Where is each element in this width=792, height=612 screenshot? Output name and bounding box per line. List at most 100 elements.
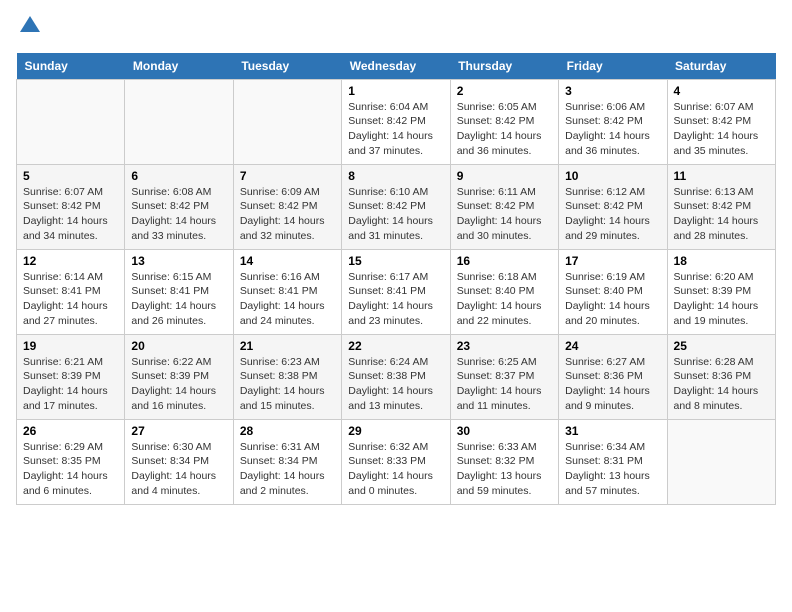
calendar-cell: 8Sunrise: 6:10 AMSunset: 8:42 PMDaylight… (342, 164, 450, 249)
day-of-week-header: Sunday (17, 53, 125, 80)
calendar-cell (233, 79, 341, 164)
day-number: 25 (674, 339, 769, 353)
calendar-cell: 17 Sunrise: 6:19 AMSunset: 8:40 PMDayligh… (559, 249, 667, 334)
day-number: 24 (565, 339, 660, 353)
calendar-cell: 11 Sunrise: 6:13 AMSunset: 8:42 PMDayligh… (667, 164, 775, 249)
day-info: Sunrise: 6:21 AMSunset: 8:39 PMDaylight:… (23, 355, 118, 414)
day-number: 28 (240, 424, 335, 438)
calendar-cell: 26Sunrise: 6:29 AMSunset: 8:35 PMDayligh… (17, 419, 125, 504)
calendar-cell: 4 Sunrise: 6:07 AMSunset: 8:42 PMDaylight… (667, 79, 775, 164)
calendar-cell: 13 Sunrise: 6:15 AMSunset: 8:41 PMDayligh… (125, 249, 233, 334)
calendar-cell: 23 Sunrise: 6:25 AMSunset: 8:37 PMDayligh… (450, 334, 558, 419)
day-number: 2 (457, 84, 552, 98)
day-number: 27 (131, 424, 226, 438)
calendar-cell: 6Sunrise: 6:08 AMSunset: 8:42 PMDaylight… (125, 164, 233, 249)
day-number: 30 (457, 424, 552, 438)
calendar-week-row: 1Sunrise: 6:04 AMSunset: 8:42 PMDaylight… (17, 79, 776, 164)
calendar-cell: 1Sunrise: 6:04 AMSunset: 8:42 PMDaylight… (342, 79, 450, 164)
day-number: 9 (457, 169, 552, 183)
day-number: 11 (674, 169, 769, 183)
calendar-cell (17, 79, 125, 164)
calendar-cell: 2Sunrise: 6:05 AMSunset: 8:42 PMDaylight… (450, 79, 558, 164)
day-number: 17 (565, 254, 660, 268)
day-number: 10 (565, 169, 660, 183)
calendar-cell: 21Sunrise: 6:23 AMSunset: 8:38 PMDayligh… (233, 334, 341, 419)
day-info: Sunrise: 6:06 AMSunset: 8:42 PMDaylight:… (565, 100, 660, 159)
day-info: Sunrise: 6:22 AMSunset: 8:39 PMDaylight:… (131, 355, 226, 414)
day-number: 20 (131, 339, 226, 353)
calendar-cell: 16Sunrise: 6:18 AMSunset: 8:40 PMDayligh… (450, 249, 558, 334)
calendar-cell: 19Sunrise: 6:21 AMSunset: 8:39 PMDayligh… (17, 334, 125, 419)
day-info: Sunrise: 6:31 AMSunset: 8:34 PMDaylight:… (240, 440, 335, 499)
calendar-cell: 22 Sunrise: 6:24 AMSunset: 8:38 PMDayligh… (342, 334, 450, 419)
day-info: Sunrise: 6:04 AMSunset: 8:42 PMDaylight:… (348, 100, 443, 159)
day-number: 8 (348, 169, 443, 183)
day-of-week-header: Tuesday (233, 53, 341, 80)
calendar-week-row: 26Sunrise: 6:29 AMSunset: 8:35 PMDayligh… (17, 419, 776, 504)
day-number: 16 (457, 254, 552, 268)
day-info: Sunrise: 6:15 AMSunset: 8:41 PMDaylight:… (131, 270, 226, 329)
day-info: Sunrise: 6:25 AMSunset: 8:37 PMDaylight:… (457, 355, 552, 414)
calendar-cell: 20 Sunrise: 6:22 AMSunset: 8:39 PMDayligh… (125, 334, 233, 419)
day-of-week-header: Thursday (450, 53, 558, 80)
day-of-week-header: Saturday (667, 53, 775, 80)
calendar-cell (667, 419, 775, 504)
calendar-cell: 18 Sunrise: 6:20 AMSunset: 8:39 PMDayligh… (667, 249, 775, 334)
page-header (16, 16, 776, 43)
day-info: Sunrise: 6:24 AMSunset: 8:38 PMDaylight:… (348, 355, 443, 414)
calendar-table: SundayMondayTuesdayWednesdayThursdayFrid… (16, 53, 776, 505)
day-info: Sunrise: 6:17 AMSunset: 8:41 PMDaylight:… (348, 270, 443, 329)
day-info: Sunrise: 6:33 AMSunset: 8:32 PMDaylight:… (457, 440, 552, 499)
calendar-cell (125, 79, 233, 164)
day-info: Sunrise: 6:29 AMSunset: 8:35 PMDaylight:… (23, 440, 118, 499)
day-info: Sunrise: 6:19 AMSunset: 8:40 PMDaylight:… (565, 270, 660, 329)
calendar-cell: 25 Sunrise: 6:28 AMSunset: 8:36 PMDayligh… (667, 334, 775, 419)
logo (16, 16, 42, 43)
day-number: 12 (23, 254, 118, 268)
day-number: 31 (565, 424, 660, 438)
day-info: Sunrise: 6:20 AMSunset: 8:39 PMDaylight:… (674, 270, 769, 329)
calendar-cell: 31 Sunrise: 6:34 AMSunset: 8:31 PMDayligh… (559, 419, 667, 504)
day-info: Sunrise: 6:34 AMSunset: 8:31 PMDaylight:… (565, 440, 660, 499)
day-of-week-header: Monday (125, 53, 233, 80)
day-info: Sunrise: 6:12 AMSunset: 8:42 PMDaylight:… (565, 185, 660, 244)
day-info: Sunrise: 6:32 AMSunset: 8:33 PMDaylight:… (348, 440, 443, 499)
day-number: 23 (457, 339, 552, 353)
calendar-cell: 24 Sunrise: 6:27 AMSunset: 8:36 PMDayligh… (559, 334, 667, 419)
day-number: 22 (348, 339, 443, 353)
day-number: 3 (565, 84, 660, 98)
logo-icon (18, 14, 42, 38)
day-number: 29 (348, 424, 443, 438)
calendar-cell: 27 Sunrise: 6:30 AMSunset: 8:34 PMDayligh… (125, 419, 233, 504)
calendar-cell: 5 Sunrise: 6:07 AMSunset: 8:42 PMDaylight… (17, 164, 125, 249)
calendar-week-row: 5 Sunrise: 6:07 AMSunset: 8:42 PMDaylight… (17, 164, 776, 249)
day-number: 14 (240, 254, 335, 268)
day-info: Sunrise: 6:09 AMSunset: 8:42 PMDaylight:… (240, 185, 335, 244)
day-number: 13 (131, 254, 226, 268)
day-number: 6 (131, 169, 226, 183)
day-info: Sunrise: 6:14 AMSunset: 8:41 PMDaylight:… (23, 270, 118, 329)
day-number: 5 (23, 169, 118, 183)
day-info: Sunrise: 6:27 AMSunset: 8:36 PMDaylight:… (565, 355, 660, 414)
day-number: 21 (240, 339, 335, 353)
day-info: Sunrise: 6:16 AMSunset: 8:41 PMDaylight:… (240, 270, 335, 329)
day-number: 7 (240, 169, 335, 183)
day-info: Sunrise: 6:30 AMSunset: 8:34 PMDaylight:… (131, 440, 226, 499)
calendar-cell: 10 Sunrise: 6:12 AMSunset: 8:42 PMDayligh… (559, 164, 667, 249)
calendar-week-row: 19Sunrise: 6:21 AMSunset: 8:39 PMDayligh… (17, 334, 776, 419)
calendar-cell: 29 Sunrise: 6:32 AMSunset: 8:33 PMDayligh… (342, 419, 450, 504)
calendar-header-row: SundayMondayTuesdayWednesdayThursdayFrid… (17, 53, 776, 80)
calendar-cell: 7 Sunrise: 6:09 AMSunset: 8:42 PMDaylight… (233, 164, 341, 249)
calendar-cell: 9 Sunrise: 6:11 AMSunset: 8:42 PMDaylight… (450, 164, 558, 249)
day-info: Sunrise: 6:13 AMSunset: 8:42 PMDaylight:… (674, 185, 769, 244)
day-number: 15 (348, 254, 443, 268)
day-info: Sunrise: 6:28 AMSunset: 8:36 PMDaylight:… (674, 355, 769, 414)
day-info: Sunrise: 6:07 AMSunset: 8:42 PMDaylight:… (674, 100, 769, 159)
calendar-cell: 15 Sunrise: 6:17 AMSunset: 8:41 PMDayligh… (342, 249, 450, 334)
calendar-cell: 28 Sunrise: 6:31 AMSunset: 8:34 PMDayligh… (233, 419, 341, 504)
day-info: Sunrise: 6:11 AMSunset: 8:42 PMDaylight:… (457, 185, 552, 244)
day-number: 18 (674, 254, 769, 268)
calendar-cell: 14 Sunrise: 6:16 AMSunset: 8:41 PMDayligh… (233, 249, 341, 334)
day-info: Sunrise: 6:07 AMSunset: 8:42 PMDaylight:… (23, 185, 118, 244)
day-number: 4 (674, 84, 769, 98)
